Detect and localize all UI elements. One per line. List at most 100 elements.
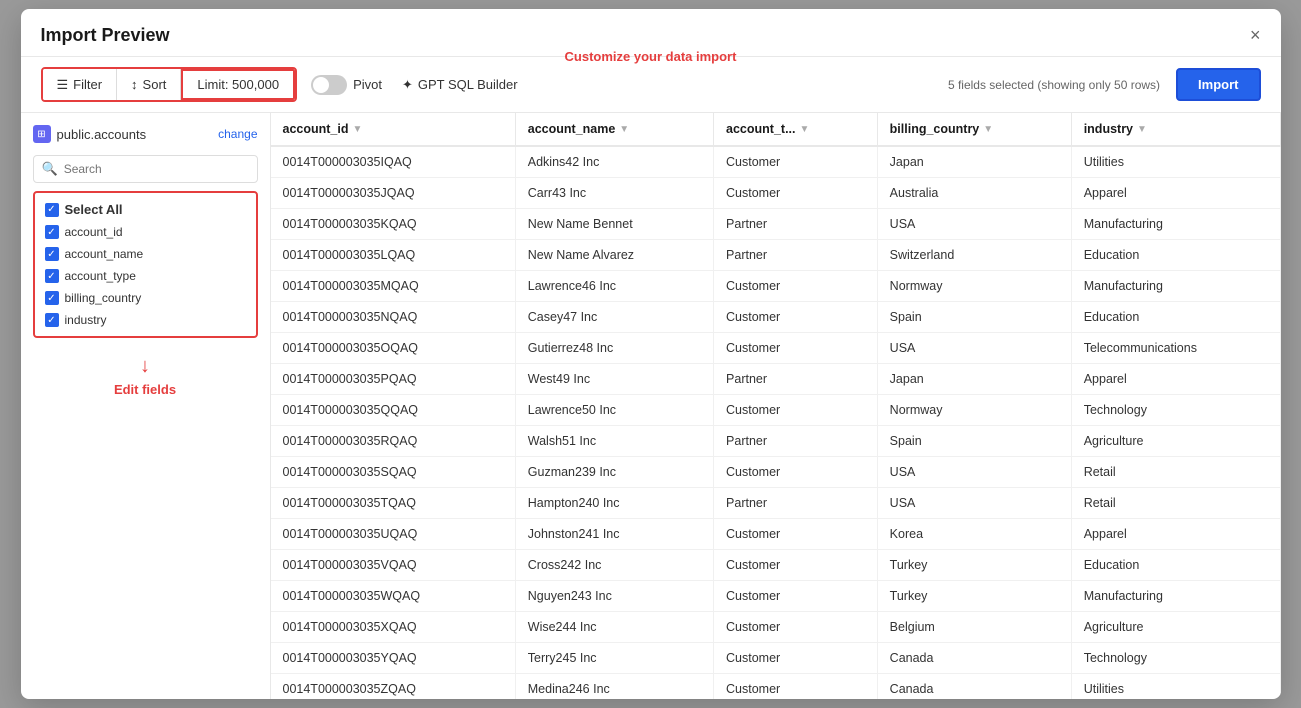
cell-account_name: Terry245 Inc bbox=[515, 643, 713, 674]
cell-account_type: Customer bbox=[714, 581, 878, 612]
import-button[interactable]: Import bbox=[1176, 68, 1260, 101]
cell-billing_country: Canada bbox=[877, 674, 1071, 700]
cell-account_id: 0014T000003035UQAQ bbox=[271, 519, 516, 550]
col-header-account_type[interactable]: account_t...▼ bbox=[714, 113, 878, 146]
cell-account_type: Customer bbox=[714, 302, 878, 333]
cell-account_name: Casey47 Inc bbox=[515, 302, 713, 333]
cell-billing_country: Spain bbox=[877, 426, 1071, 457]
field-item-account_name[interactable]: account_name bbox=[41, 244, 250, 264]
col-sort-icon-account_type: ▼ bbox=[800, 124, 810, 135]
col-header-industry[interactable]: industry▼ bbox=[1071, 113, 1280, 146]
col-sort-icon-account_name: ▼ bbox=[619, 124, 629, 135]
col-sort-icon-billing_country: ▼ bbox=[983, 124, 993, 135]
table-row: 0014T000003035VQAQCross242 IncCustomerTu… bbox=[271, 550, 1281, 581]
sort-icon: ↕ bbox=[131, 77, 138, 92]
table-row: 0014T000003035IQAQAdkins42 IncCustomerJa… bbox=[271, 146, 1281, 178]
cell-account_name: Medina246 Inc bbox=[515, 674, 713, 700]
edit-fields-area: ↓ Edit fields bbox=[33, 356, 258, 397]
limit-button[interactable]: Limit: 500,000 bbox=[181, 69, 295, 100]
cell-industry: Apparel bbox=[1071, 364, 1280, 395]
cell-account_type: Customer bbox=[714, 519, 878, 550]
cell-billing_country: Spain bbox=[877, 302, 1071, 333]
cell-account_name: New Name Bennet bbox=[515, 209, 713, 240]
table-icon: ⊞ bbox=[33, 125, 51, 143]
cell-account_name: Lawrence46 Inc bbox=[515, 271, 713, 302]
cell-account_name: Lawrence50 Inc bbox=[515, 395, 713, 426]
sort-label: Sort bbox=[143, 77, 167, 92]
arrow-down-icon: ↓ bbox=[140, 356, 150, 376]
cell-industry: Apparel bbox=[1071, 519, 1280, 550]
cell-industry: Manufacturing bbox=[1071, 209, 1280, 240]
close-button[interactable]: × bbox=[1250, 25, 1261, 46]
cell-account_type: Customer bbox=[714, 178, 878, 209]
cell-account_id: 0014T000003035JQAQ bbox=[271, 178, 516, 209]
gpt-label: GPT SQL Builder bbox=[418, 77, 518, 92]
checkbox-account_id[interactable] bbox=[45, 225, 59, 239]
checkbox-industry[interactable] bbox=[45, 313, 59, 327]
field-label-account_type: account_type bbox=[65, 269, 136, 283]
cell-account_name: Johnston241 Inc bbox=[515, 519, 713, 550]
gpt-icon: ✦ bbox=[402, 77, 413, 93]
cell-account_name: Adkins42 Inc bbox=[515, 146, 713, 178]
cell-account_name: Guzman239 Inc bbox=[515, 457, 713, 488]
cell-industry: Agriculture bbox=[1071, 612, 1280, 643]
cell-industry: Manufacturing bbox=[1071, 581, 1280, 612]
col-header-account_name[interactable]: account_name▼ bbox=[515, 113, 713, 146]
cell-account_type: Partner bbox=[714, 426, 878, 457]
table-row: 0014T000003035PQAQWest49 IncPartnerJapan… bbox=[271, 364, 1281, 395]
cell-account_name: Gutierrez48 Inc bbox=[515, 333, 713, 364]
customize-label: Customize your data import bbox=[565, 49, 737, 64]
table-row: 0014T000003035TQAQHampton240 IncPartnerU… bbox=[271, 488, 1281, 519]
table-row: 0014T000003035XQAQWise244 IncCustomerBel… bbox=[271, 612, 1281, 643]
gpt-sql-button[interactable]: ✦ GPT SQL Builder bbox=[390, 71, 530, 99]
pivot-area: Pivot bbox=[311, 75, 382, 95]
cell-account_id: 0014T000003035RQAQ bbox=[271, 426, 516, 457]
col-header-account_id[interactable]: account_id▼ bbox=[271, 113, 516, 146]
cell-account_id: 0014T000003035IQAQ bbox=[271, 146, 516, 178]
cell-billing_country: USA bbox=[877, 333, 1071, 364]
cell-account_id: 0014T000003035XQAQ bbox=[271, 612, 516, 643]
checkbox-select-all[interactable] bbox=[45, 203, 59, 217]
sort-button[interactable]: ↕ Sort bbox=[117, 69, 181, 100]
search-icon: 🔍 bbox=[42, 161, 58, 177]
sidebar-header: ⊞ public.accounts change bbox=[33, 125, 258, 143]
pivot-label: Pivot bbox=[353, 77, 382, 92]
filter-button[interactable]: ☰ Filter bbox=[43, 69, 118, 100]
col-sort-icon-industry: ▼ bbox=[1137, 124, 1147, 135]
cell-account_id: 0014T000003035KQAQ bbox=[271, 209, 516, 240]
table-row: 0014T000003035MQAQLawrence46 IncCustomer… bbox=[271, 271, 1281, 302]
cell-account_name: Nguyen243 Inc bbox=[515, 581, 713, 612]
cell-billing_country: Korea bbox=[877, 519, 1071, 550]
col-label-account_name: account_name bbox=[528, 122, 616, 136]
search-input[interactable] bbox=[64, 162, 249, 176]
change-link[interactable]: change bbox=[218, 127, 257, 141]
modal-overlay: Import Preview × Customize your data imp… bbox=[0, 0, 1301, 708]
checkbox-account_name[interactable] bbox=[45, 247, 59, 261]
cell-billing_country: Japan bbox=[877, 146, 1071, 178]
limit-label: Limit: 500,000 bbox=[197, 77, 279, 92]
field-item-account_id[interactable]: account_id bbox=[41, 222, 250, 242]
field-label-account_id: account_id bbox=[65, 225, 123, 239]
cell-account_id: 0014T000003035YQAQ bbox=[271, 643, 516, 674]
cell-account_name: Wise244 Inc bbox=[515, 612, 713, 643]
field-item-account_type[interactable]: account_type bbox=[41, 266, 250, 286]
data-area[interactable]: account_id▼account_name▼account_t...▼bil… bbox=[271, 113, 1281, 699]
cell-account_type: Customer bbox=[714, 643, 878, 674]
cell-account_type: Partner bbox=[714, 209, 878, 240]
pivot-toggle[interactable] bbox=[311, 75, 347, 95]
field-item-select-all[interactable]: Select All bbox=[41, 199, 250, 220]
filter-sort-group: ☰ Filter ↕ Sort Limit: 500,000 bbox=[41, 67, 298, 102]
cell-industry: Telecommunications bbox=[1071, 333, 1280, 364]
field-item-billing_country[interactable]: billing_country bbox=[41, 288, 250, 308]
cell-industry: Education bbox=[1071, 550, 1280, 581]
toolbar: Customize your data import ☰ Filter ↕ So… bbox=[21, 57, 1281, 113]
col-header-billing_country[interactable]: billing_country▼ bbox=[877, 113, 1071, 146]
checkbox-billing_country[interactable] bbox=[45, 291, 59, 305]
field-item-industry[interactable]: industry bbox=[41, 310, 250, 330]
table-row: 0014T000003035KQAQNew Name BennetPartner… bbox=[271, 209, 1281, 240]
checkbox-account_type[interactable] bbox=[45, 269, 59, 283]
cell-billing_country: USA bbox=[877, 457, 1071, 488]
table-row: 0014T000003035RQAQWalsh51 IncPartnerSpai… bbox=[271, 426, 1281, 457]
main-content: ⊞ public.accounts change 🔍 Select All acc… bbox=[21, 113, 1281, 699]
table-name: ⊞ public.accounts bbox=[33, 125, 147, 143]
